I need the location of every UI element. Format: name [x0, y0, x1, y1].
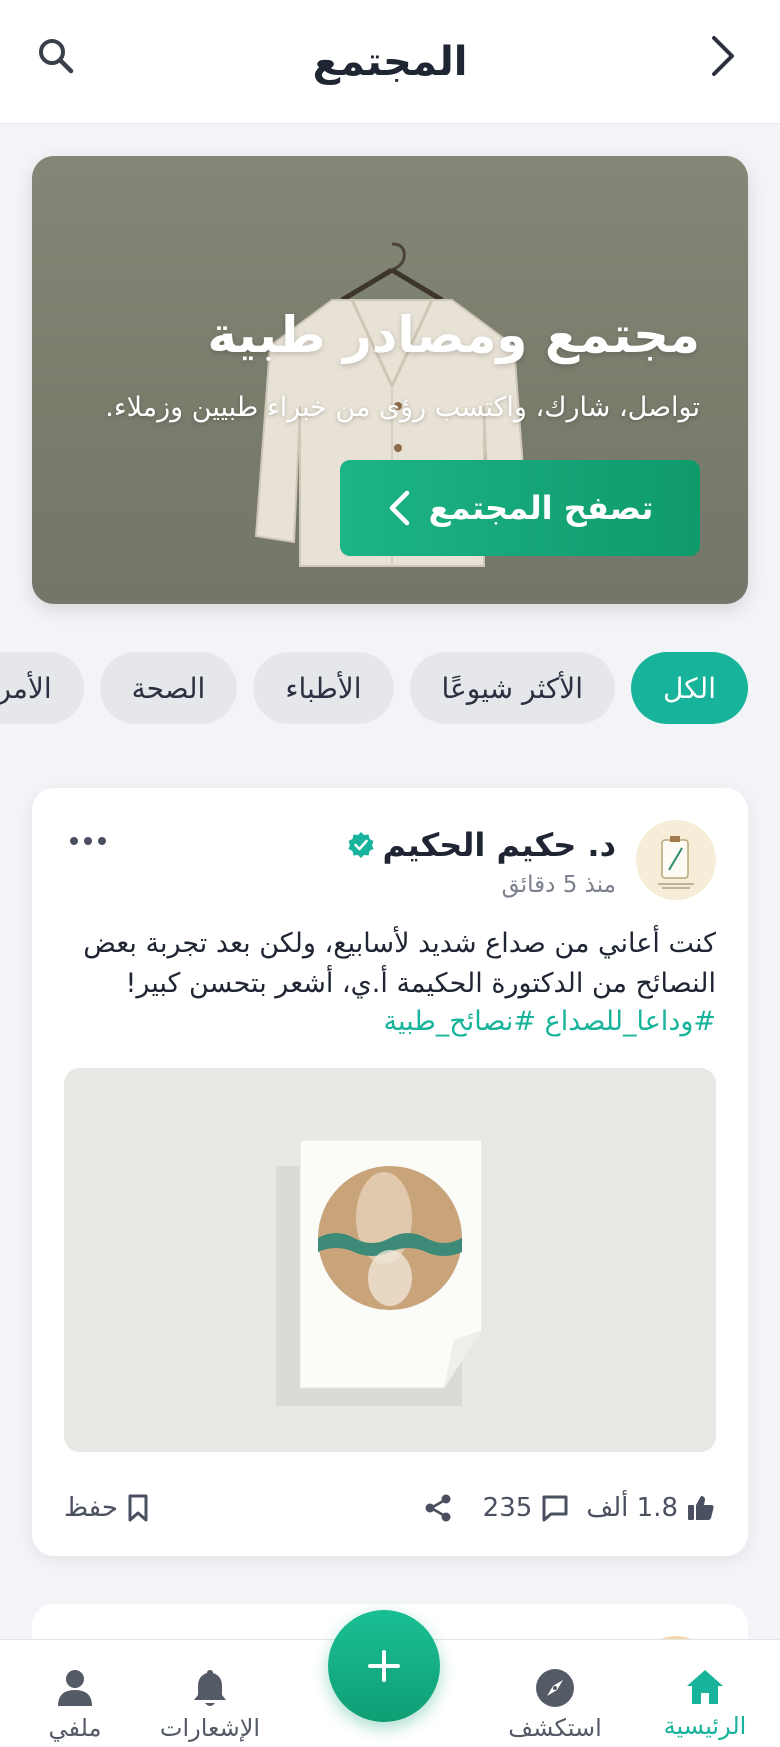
like-button[interactable]: 1.8 ألف — [586, 1493, 716, 1523]
chip-doctors[interactable]: الأطباء — [253, 652, 394, 724]
post-image-artwork — [64, 1068, 716, 1452]
filter-chips: الكل الأكثر شيوعًا الأطباء الصحة الأمراض — [0, 652, 780, 724]
search-icon — [39, 39, 74, 74]
search-button[interactable] — [28, 28, 84, 84]
app-root: المجتمع مجتمع ومصادر طبية تواصل، شارك، و… — [0, 0, 780, 1747]
bell-icon — [194, 1670, 226, 1706]
comment-button[interactable]: 235 — [483, 1493, 571, 1523]
post-actions: 1.8 ألف 235 حفظ — [64, 1488, 716, 1528]
likes-count: 1.8 ألف — [586, 1493, 678, 1523]
chevron-left-icon — [389, 490, 409, 526]
save-button[interactable]: حفظ — [64, 1493, 150, 1523]
comment-icon — [542, 1495, 568, 1522]
author-name[interactable]: د. حكيم الحكيم — [383, 826, 617, 864]
avatar[interactable] — [636, 820, 716, 900]
post-hashtags[interactable]: #وداعا_للصداع #نصائح_طبية — [384, 1006, 716, 1037]
nav-profile-label: ملفي — [48, 1714, 102, 1742]
nav-profile[interactable]: ملفي — [0, 1668, 150, 1742]
avatar-image — [658, 836, 694, 889]
app-header: المجتمع — [0, 0, 780, 124]
post-author: د. حكيم الحكيم — [347, 826, 617, 864]
chevron-back-icon — [712, 36, 734, 76]
post-body-text: كنت أعاني من صداع شديد لأسابيع، ولكن بعد… — [83, 928, 716, 999]
nav-home-label: الرئيسية — [663, 1712, 747, 1740]
nav-explore[interactable]: استكشف — [480, 1668, 630, 1742]
nav-notifications-label: الإشعارات — [159, 1714, 261, 1742]
chip-all[interactable]: الكل — [631, 652, 748, 724]
page-title: المجتمع — [312, 38, 468, 85]
chip-health[interactable]: الصحة — [99, 652, 238, 724]
nav-notifications[interactable]: الإشعارات — [135, 1668, 285, 1742]
compass-icon — [536, 1669, 574, 1707]
post-timestamp: منذ 5 دقائق — [501, 872, 616, 898]
post-card: د. حكيم الحكيم منذ 5 دقائق كنت أعاني من … — [32, 788, 748, 1556]
share-icon — [425, 1494, 451, 1522]
create-post-button[interactable] — [328, 1610, 440, 1722]
user-icon — [58, 1670, 92, 1706]
more-dots-icon — [70, 837, 106, 845]
plus-icon — [368, 1650, 400, 1682]
save-label: حفظ — [64, 1493, 118, 1523]
home-icon — [687, 1670, 723, 1704]
chip-diseases[interactable]: الأمراض — [0, 652, 84, 724]
browse-community-button[interactable]: تصفح المجتمع — [340, 460, 700, 556]
thumbs-up-icon — [688, 1496, 714, 1520]
comments-count: 235 — [482, 1493, 533, 1523]
verified-badge-icon — [348, 832, 373, 858]
chip-most-popular[interactable]: الأكثر شيوعًا — [409, 652, 616, 724]
bookmark-icon — [128, 1494, 148, 1522]
nav-explore-label: استكشف — [508, 1714, 602, 1742]
hero-subtitle: تواصل، شارك، واكتسب رؤى من خبراء طبيين و… — [105, 392, 700, 423]
share-button[interactable] — [423, 1493, 453, 1523]
hero-title: مجتمع ومصادر طبية — [207, 306, 700, 364]
more-options-button[interactable] — [68, 832, 108, 851]
post-image[interactable] — [64, 1068, 716, 1452]
hero-banner: مجتمع ومصادر طبية تواصل، شارك، واكتسب رؤ… — [32, 156, 748, 604]
browse-community-label: تصفح المجتمع — [428, 489, 654, 527]
back-button[interactable] — [694, 28, 750, 84]
nav-home[interactable]: الرئيسية — [630, 1668, 780, 1740]
